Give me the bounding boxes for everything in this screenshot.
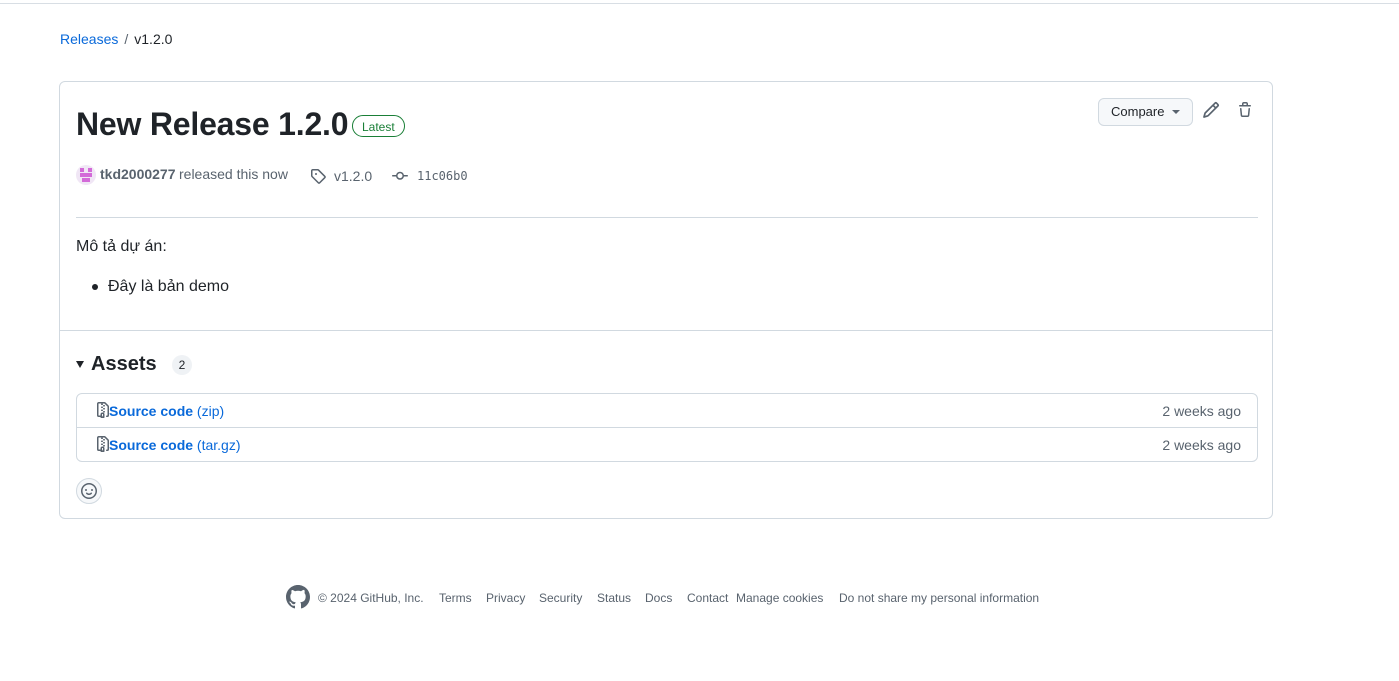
description-heading: Mô tả dự án: [76,238,167,255]
footer-link-manage-cookies[interactable]: Manage cookies [736,591,823,605]
compare-button[interactable]: Compare [1098,98,1193,126]
asset-link[interactable]: Source code (tar.gz) [109,437,241,453]
author-link[interactable]: tkd2000277 [100,166,176,182]
footer-link-status[interactable]: Status [597,591,631,605]
asset-row: Source code (tar.gz) 2 weeks ago [77,427,1257,461]
header-divider [76,217,1258,218]
breadcrumb-separator: / [124,31,129,47]
trash-icon [1239,102,1251,117]
asset-time: 2 weeks ago [1162,403,1241,419]
breadcrumb-current: v1.2.0 [134,31,173,47]
identicon-icon [76,165,96,185]
breadcrumb-releases-link[interactable]: Releases [60,31,118,47]
commit-icon [392,171,408,180]
release-title: New Release 1.2.0 [76,106,349,142]
tag-icon [311,169,326,184]
release-card: New Release 1.2.0 Latest Compare tkd2000… [59,81,1273,519]
footer-link-security[interactable]: Security [539,591,582,605]
commit-link[interactable]: 11c06b0 [417,169,468,183]
edit-button[interactable] [1202,101,1222,121]
latest-badge: Latest [352,115,405,137]
asset-link[interactable]: Source code (zip) [109,403,224,419]
asset-time: 2 weeks ago [1162,437,1241,453]
asset-name: Source code [109,403,194,419]
released-text: released this now [179,166,288,182]
smiley-icon [81,483,97,499]
assets-title[interactable]: Assets [91,353,157,376]
asset-ext: (tar.gz) [196,437,241,453]
section-divider [60,330,1272,331]
asset-list: Source code (zip) 2 weeks ago Source cod… [76,393,1258,462]
footer-link-privacy[interactable]: Privacy [486,591,525,605]
file-zip-icon [97,436,109,452]
breadcrumb: Releases / v1.2.0 [60,31,172,47]
top-divider [0,3,1399,4]
compare-label: Compare [1111,104,1165,119]
caret-down-icon[interactable] [76,361,84,368]
description-list: Đây là bản demo [92,277,229,297]
chevron-down-icon [1172,110,1180,114]
tag-link[interactable]: v1.2.0 [334,168,372,184]
footer-copyright: © 2024 GitHub, Inc. [318,591,424,605]
pencil-icon [1203,102,1219,118]
list-item-text: Đây là bản demo [108,278,229,295]
asset-row: Source code (zip) 2 weeks ago [77,394,1257,427]
list-item: Đây là bản demo [92,277,229,297]
file-zip-icon [97,402,109,418]
avatar[interactable] [76,165,96,185]
add-reaction-button[interactable] [76,478,102,504]
assets-count-badge: 2 [172,355,192,375]
bullet [92,284,98,290]
asset-ext: (zip) [196,403,225,419]
footer-link-docs[interactable]: Docs [645,591,672,605]
delete-button[interactable] [1237,101,1257,121]
footer-link-contact[interactable]: Contact [687,591,728,605]
footer-link-terms[interactable]: Terms [439,591,472,605]
github-logo-icon[interactable] [286,585,310,609]
asset-name: Source code [109,437,194,453]
footer-link-do-not-share[interactable]: Do not share my personal information [839,591,1039,605]
